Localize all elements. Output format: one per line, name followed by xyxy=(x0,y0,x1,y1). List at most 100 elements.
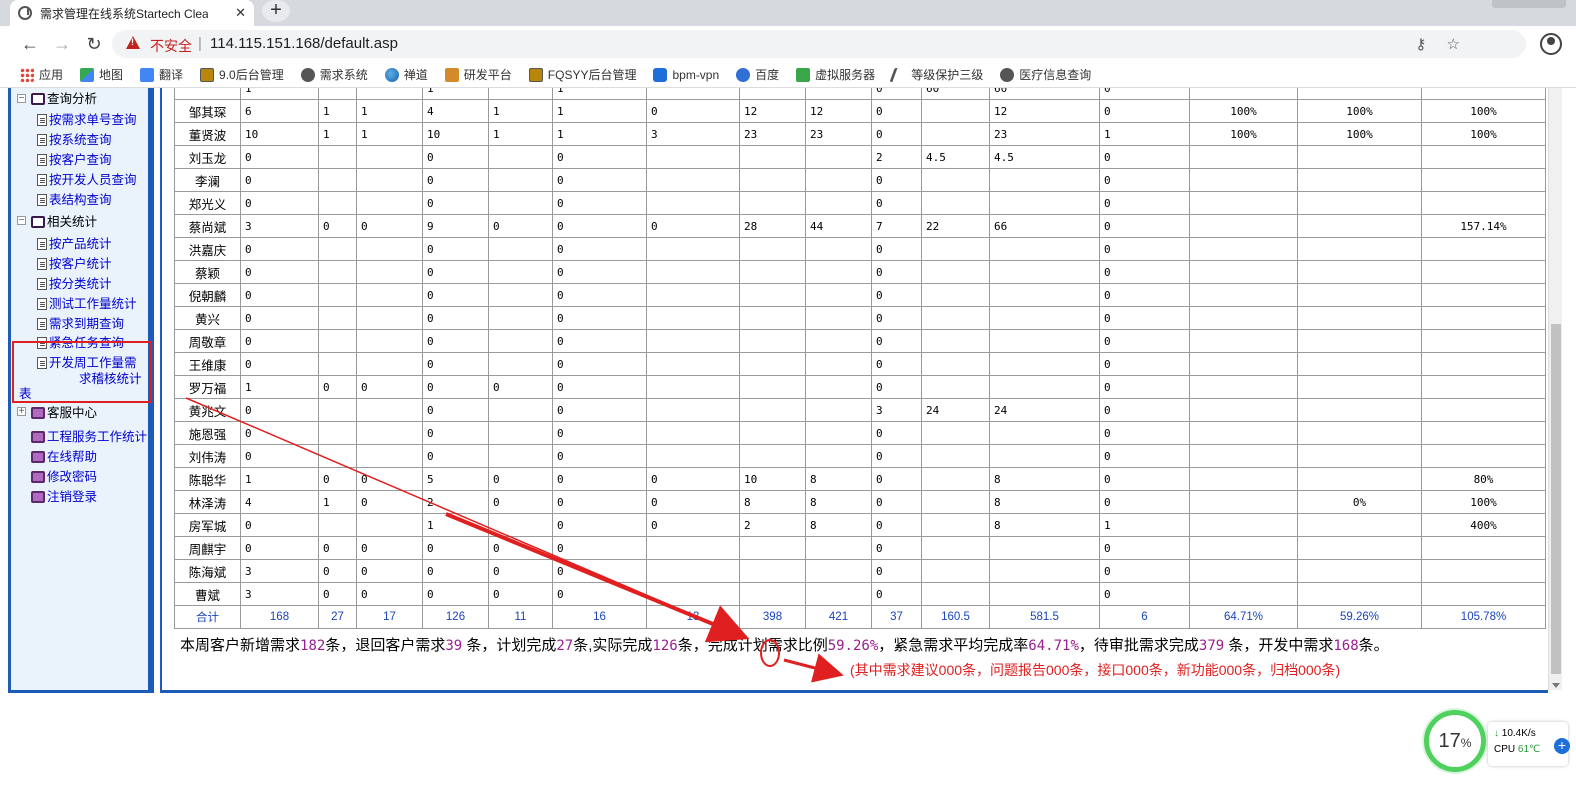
table-row: 施恩强 0 0 0 0 0 xyxy=(174,421,1546,445)
value-cell: 60 xyxy=(921,88,990,100)
value-cell xyxy=(805,582,872,606)
table-row: 刘玉龙 0 0 0 2 4.5 4.5 0 xyxy=(174,145,1546,169)
tree-item-test-workload[interactable]: 测试工作量统计 xyxy=(37,293,137,312)
tree-item-by-customer-stats[interactable]: 按客户统计 xyxy=(37,253,112,272)
reload-icon[interactable]: ↻ xyxy=(82,32,106,56)
back-arrow-icon[interactable]: ← xyxy=(18,32,42,56)
tree-item-table-structure[interactable]: 表结构查询 xyxy=(37,189,112,208)
window-controls[interactable] xyxy=(1492,0,1566,8)
tree-item-by-system[interactable]: 按系统查询 xyxy=(37,129,112,148)
tree-group-service[interactable]: 客服中心 xyxy=(31,402,97,421)
bookmark-maps[interactable]: 地图 xyxy=(80,66,123,83)
value-cell xyxy=(739,88,806,100)
vertical-scrollbar[interactable] xyxy=(1548,88,1562,690)
tree-group-query[interactable]: 查询分析 xyxy=(31,88,97,107)
url-text[interactable]: 114.115.151.168/default.asp xyxy=(210,35,398,52)
value-cell xyxy=(488,398,553,422)
bookmark-level-protection[interactable]: 等级保护三级 xyxy=(889,66,983,83)
close-icon[interactable]: ✕ xyxy=(235,5,246,21)
value-cell xyxy=(805,306,872,330)
bookmark-bpm-vpn[interactable]: bpm-vpn xyxy=(653,67,719,82)
value-cell xyxy=(989,536,1100,560)
table-row: 邹其琛 6 1 1 4 1 1 0 12 12 0 12 0 100% 100% 100% xyxy=(174,99,1546,123)
value-cell: 0 xyxy=(871,99,922,123)
name-cell: 刘玉龙 xyxy=(174,145,241,169)
value-cell: 9 xyxy=(422,214,489,238)
tree-item-due-query[interactable]: 需求到期查询 xyxy=(37,313,124,332)
browser-tab[interactable]: 需求管理在线系统Startech Clea ✕ xyxy=(10,0,254,26)
expand-toggle[interactable]: + xyxy=(17,407,26,417)
value-cell: 3 xyxy=(240,582,319,606)
bookmark-apps[interactable]: 应用 xyxy=(20,66,63,83)
value-cell xyxy=(1297,237,1422,261)
value-cell: 0 xyxy=(240,421,319,445)
tree-item-online-help[interactable]: 在线帮助 xyxy=(31,446,97,465)
value-cell xyxy=(989,444,1100,468)
tree-group-stats[interactable]: 相关统计 xyxy=(31,211,97,230)
open-book-icon xyxy=(31,216,45,228)
value-cell: 10 xyxy=(422,122,489,146)
value-cell xyxy=(488,306,553,330)
tree-item-by-product[interactable]: 按产品统计 xyxy=(37,233,112,252)
table-row: 黄兴 0 0 0 0 0 xyxy=(174,306,1546,330)
value-cell: 0 xyxy=(422,329,489,353)
value-cell xyxy=(1297,421,1422,445)
bookmark-demand-system[interactable]: 需求系统 xyxy=(300,66,368,83)
value-cell: 100% xyxy=(1297,122,1422,146)
value-cell: 16 xyxy=(552,605,647,629)
document-icon xyxy=(37,134,47,146)
collapse-toggle[interactable]: − xyxy=(17,216,26,226)
profile-icon[interactable] xyxy=(1540,33,1562,55)
plus-icon[interactable]: + xyxy=(1554,738,1570,754)
bookmark-translate[interactable]: 翻译 xyxy=(140,66,183,83)
value-cell xyxy=(488,513,553,537)
value-cell: 0 xyxy=(240,513,319,537)
tree-item-by-customer[interactable]: 按客户查询 xyxy=(37,149,112,168)
new-tab-button[interactable]: + xyxy=(262,0,290,22)
bookmark-baidu[interactable]: 百度 xyxy=(736,66,779,83)
value-cell xyxy=(318,398,357,422)
tree-item-logout[interactable]: 注销登录 xyxy=(31,486,97,505)
value-cell xyxy=(1189,444,1298,468)
value-cell: 0 xyxy=(871,329,922,353)
scroll-down-icon[interactable] xyxy=(1552,683,1560,688)
value-cell xyxy=(921,352,990,376)
tree-item-engineering-stats[interactable]: 工程服务工作统计 xyxy=(31,426,147,445)
value-cell: 0 xyxy=(871,122,922,146)
star-icon[interactable]: ☆ xyxy=(1447,36,1460,53)
forward-arrow-icon[interactable]: → xyxy=(50,32,74,56)
collapse-toggle[interactable]: − xyxy=(17,94,26,104)
value-cell xyxy=(739,145,806,169)
system-monitor-widget[interactable]: 17% ↓ 10.4K/s CPU 61℃ + xyxy=(1424,708,1576,780)
bookmark-zentao[interactable]: 禅道 xyxy=(384,66,428,83)
bookmark-virtual-server[interactable]: 虚拟服务器 xyxy=(796,66,875,83)
bookmark-dev-platform[interactable]: 研发平台 xyxy=(444,66,512,83)
tree-item-by-order[interactable]: 按需求单号查询 xyxy=(37,109,137,128)
value-cell: 0 xyxy=(488,375,553,399)
tree-item-change-password[interactable]: 修改密码 xyxy=(31,466,97,485)
name-cell: 董贤波 xyxy=(174,122,241,146)
bookmark-fqsyy[interactable]: FQSYY后台管理 xyxy=(528,66,636,83)
value-cell xyxy=(805,352,872,376)
globe-icon xyxy=(300,67,315,82)
value-cell xyxy=(646,329,740,353)
value-cell: 2 xyxy=(739,513,806,537)
value-cell xyxy=(488,444,553,468)
value-cell: 0 xyxy=(488,490,553,514)
value-cell: 12 xyxy=(989,99,1100,123)
value-cell xyxy=(921,237,990,261)
bookmark-medical-info[interactable]: 医疗信息查询 xyxy=(1000,66,1091,83)
value-cell: 0 xyxy=(871,582,922,606)
key-icon[interactable]: ⚷ xyxy=(1415,36,1426,53)
value-cell xyxy=(1421,191,1546,215)
bookmark-admin90[interactable]: 9.0后台管理 xyxy=(200,66,284,83)
name-cell: 林泽涛 xyxy=(174,490,241,514)
address-bar[interactable]: 不安全 | 114.115.151.168/default.asp ⚷ ☆ xyxy=(112,30,1526,58)
tree-item-by-developer[interactable]: 按开发人员查询 xyxy=(37,169,137,188)
value-cell: 0 xyxy=(422,145,489,169)
table-row: 黄兆文 0 0 0 3 24 24 0 xyxy=(174,398,1546,422)
table-row: 周麒宇 0 0 0 0 0 0 0 0 xyxy=(174,536,1546,560)
tree-item-by-category[interactable]: 按分类统计 xyxy=(37,273,112,292)
scrollbar-thumb[interactable] xyxy=(1551,324,1561,674)
value-cell xyxy=(1297,283,1422,307)
